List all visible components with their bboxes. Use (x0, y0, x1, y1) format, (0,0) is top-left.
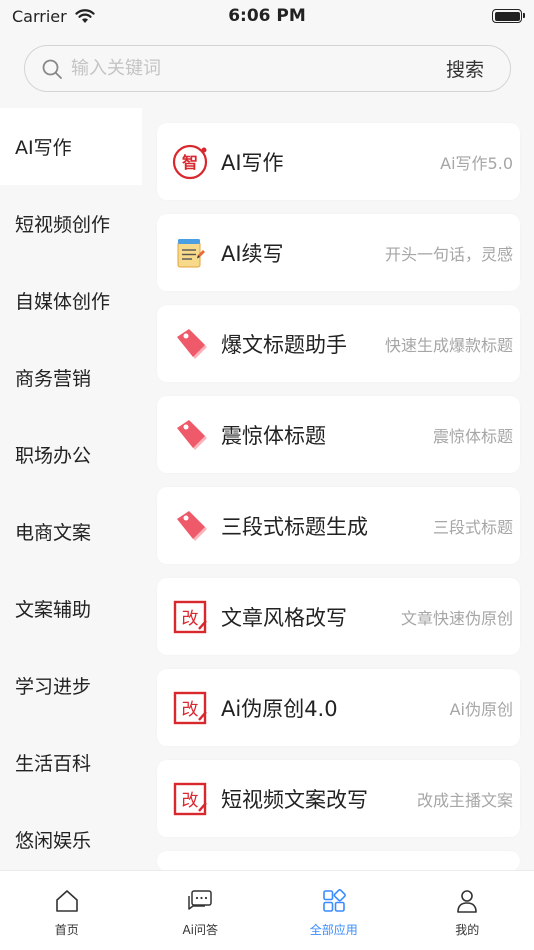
sidebar-item-self-media[interactable]: 自媒体创作 (0, 262, 142, 339)
sidebar-item-label: 生活百科 (15, 753, 92, 775)
tab-label: Ai问答 (182, 923, 219, 937)
status-left: Carrier (12, 7, 95, 26)
tool-card[interactable]: 三段式标题生成 三段式标题 (157, 487, 520, 564)
tool-title: 短视频文案改写 (221, 787, 368, 812)
tool-subtitle: 震惊体标题 (432, 426, 513, 446)
wifi-icon (75, 8, 95, 23)
sidebar-item-label: 自媒体创作 (15, 291, 111, 313)
tool-card[interactable]: 改 短视频文案改写 改成主播文案 (157, 760, 520, 837)
notepad-icon (171, 234, 209, 272)
sidebar-item-business-marketing[interactable]: 商务营销 (0, 339, 142, 416)
tool-title: 文章风格改写 (221, 605, 347, 630)
tab-bar: 首页 Ai问答 全部应用 我的 (0, 870, 534, 950)
search-input[interactable] (71, 58, 446, 79)
sidebar-item-label: 悠闲娱乐 (15, 830, 92, 852)
battery-level (494, 11, 520, 21)
sidebar-item-office[interactable]: 职场办公 (0, 416, 142, 493)
tab-label: 我的 (455, 923, 480, 937)
sidebar-item-label: 电商文案 (15, 522, 92, 544)
user-icon (457, 890, 478, 913)
tool-subtitle: 改成主播文案 (416, 790, 513, 810)
home-icon (55, 890, 78, 912)
sidebar-item-label: 学习进步 (15, 676, 92, 698)
rewrite-icon: 改 (171, 689, 209, 727)
sidebar-item-label: 商务营销 (15, 368, 92, 390)
chat-icon (188, 890, 212, 910)
tool-subtitle: Ai写作5.0 (440, 153, 513, 173)
tab-label: 全部应用 (309, 923, 358, 937)
status-bar: Carrier 6:06 PM (0, 0, 534, 32)
svg-text:智: 智 (182, 153, 198, 172)
tool-card[interactable]: 震惊体标题 震惊体标题 (157, 396, 520, 473)
rewrite-icon: 改 (171, 598, 209, 636)
search-bar[interactable]: 搜索 (24, 45, 511, 92)
tab-label: 首页 (54, 923, 79, 937)
battery-icon (492, 9, 525, 23)
rewrite-icon: 改 (171, 780, 209, 818)
tool-subtitle: 快速生成爆款标题 (384, 335, 513, 355)
tool-subtitle: 开头一句话，灵感 (384, 244, 513, 264)
search-icon (42, 59, 62, 79)
carrier-label: Carrier (12, 6, 67, 26)
sidebar-item-label: 文案辅助 (15, 599, 92, 621)
tab-home[interactable]: 首页 (0, 871, 134, 950)
search-button[interactable]: 搜索 (446, 55, 484, 82)
sidebar-item-label: 短视频创作 (15, 214, 111, 236)
tool-title: AI写作 (221, 150, 284, 175)
apps-icon (322, 889, 346, 912)
tool-subtitle: 三段式标题 (432, 517, 513, 537)
tool-card-partial[interactable] (157, 851, 520, 871)
sidebar-item-ecommerce[interactable]: 电商文案 (0, 493, 142, 570)
svg-text:改: 改 (182, 791, 199, 811)
sidebar-item-label: 职场办公 (15, 445, 92, 467)
sidebar-item-entertainment[interactable]: 悠闲娱乐 (0, 801, 142, 878)
tool-card[interactable]: 改 Ai伪原创4.0 Ai伪原创 (157, 669, 520, 746)
tab-all-apps[interactable]: 全部应用 (267, 871, 401, 950)
tool-card[interactable]: 改 文章风格改写 文章快速伪原创 (157, 578, 520, 655)
tag-icon (171, 416, 209, 454)
zhi-seal-icon: 智 (171, 143, 209, 181)
sidebar-item-ai-writing[interactable]: AI写作 (0, 108, 142, 185)
tool-subtitle: 文章快速伪原创 (400, 608, 513, 628)
tag-icon (171, 325, 209, 363)
tool-card[interactable]: 智 AI写作 Ai写作5.0 (157, 123, 520, 200)
tool-title: 三段式标题生成 (221, 514, 368, 539)
sidebar-item-label: AI写作 (15, 137, 72, 159)
tool-card[interactable]: AI续写 开头一句话，灵感 (157, 214, 520, 291)
tool-subtitle: Ai伪原创 (449, 699, 513, 719)
tool-title: 爆文标题助手 (221, 332, 347, 357)
tool-title: Ai伪原创4.0 (221, 696, 338, 721)
sidebar-item-life[interactable]: 生活百科 (0, 724, 142, 801)
tab-me[interactable]: 我的 (401, 871, 534, 950)
tool-title: AI续写 (221, 241, 284, 266)
sidebar-item-study[interactable]: 学习进步 (0, 647, 142, 724)
tool-title: 震惊体标题 (221, 423, 326, 448)
svg-text:改: 改 (182, 609, 199, 629)
tab-ai-qa[interactable]: Ai问答 (134, 871, 268, 950)
svg-text:改: 改 (182, 700, 199, 720)
sidebar-item-copy-assist[interactable]: 文案辅助 (0, 570, 142, 647)
sidebar-item-short-video[interactable]: 短视频创作 (0, 185, 142, 262)
category-sidebar: AI写作 短视频创作 自媒体创作 商务营销 职场办公 电商文案 文案辅助 学习进… (0, 108, 142, 870)
tool-list: 智 AI写作 Ai写作5.0 AI续写 开头一句话，灵感 爆文标题助手 快速生成… (157, 123, 520, 885)
tool-card[interactable]: 爆文标题助手 快速生成爆款标题 (157, 305, 520, 382)
tag-icon (171, 507, 209, 545)
